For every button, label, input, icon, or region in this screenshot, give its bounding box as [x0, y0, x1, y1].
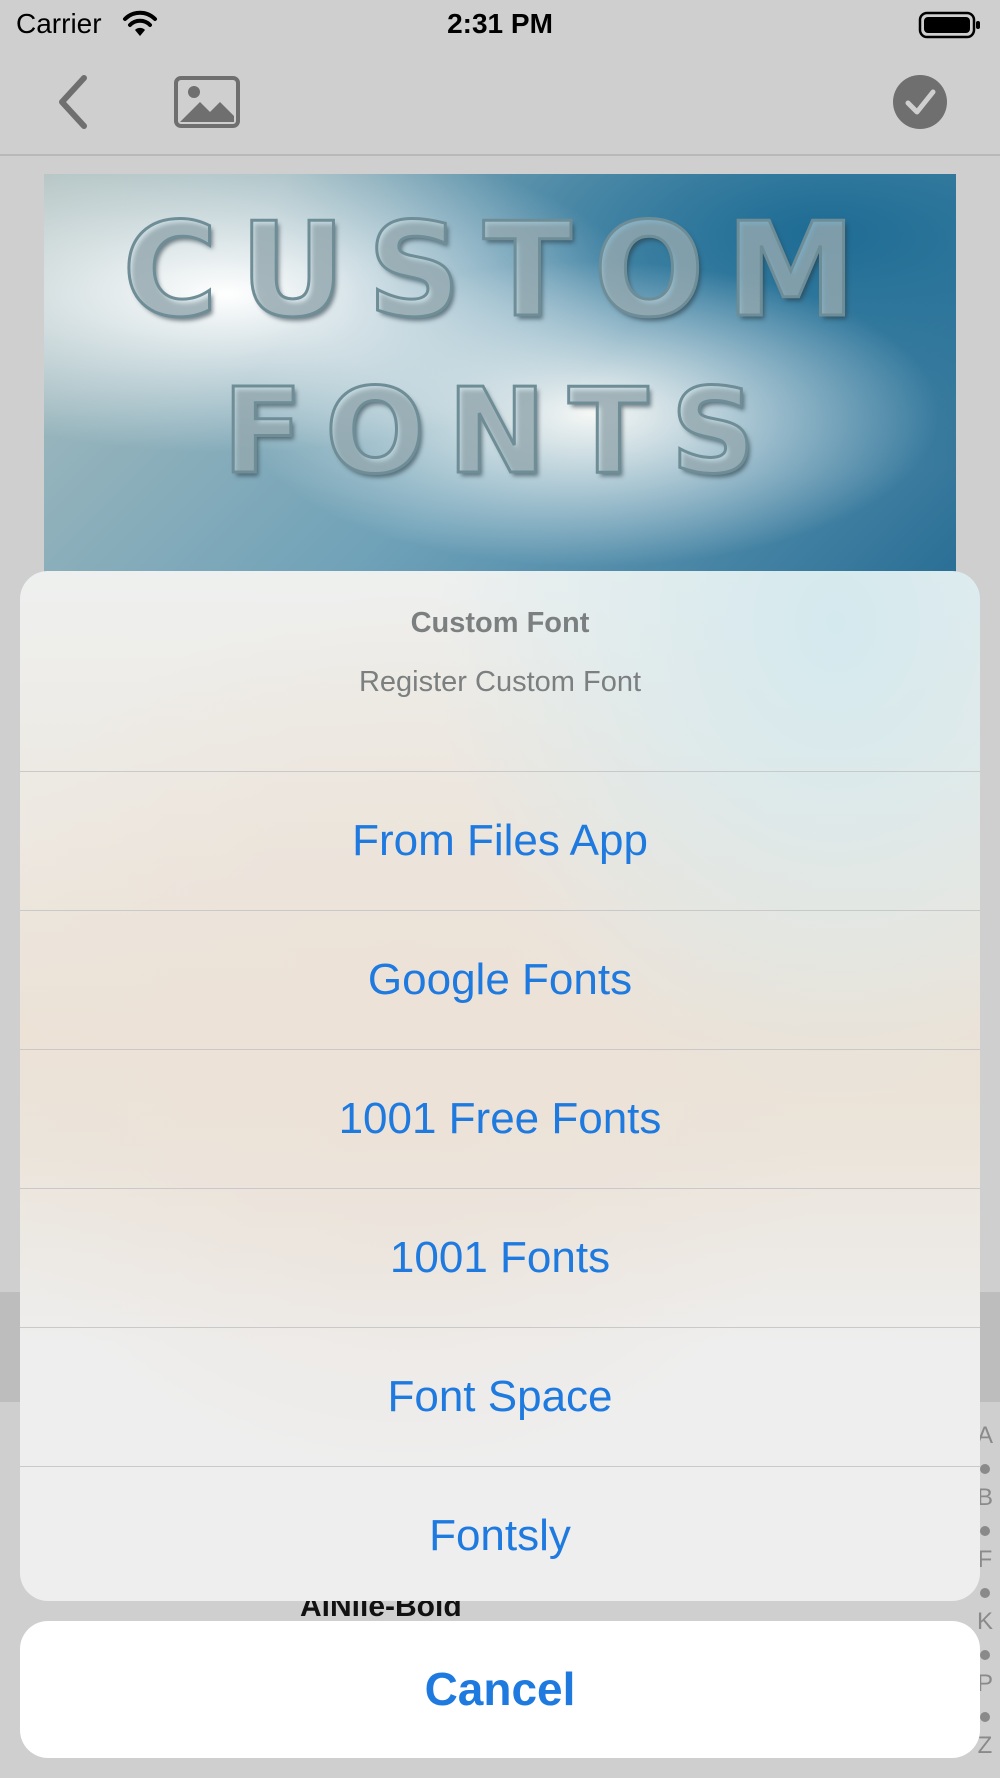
action-sheet-header: Custom Font Register Custom Font	[20, 571, 980, 772]
font-space-button[interactable]: Font Space	[20, 1328, 980, 1467]
navigation-bar	[0, 50, 1000, 156]
checkmark-circle-icon	[893, 75, 947, 129]
font-preview-image: CUSTOM FONTS	[44, 174, 956, 574]
1001-fonts-button[interactable]: 1001 Fonts	[20, 1189, 980, 1328]
preview-line-1: CUSTOM	[121, 193, 878, 348]
google-fonts-button[interactable]: Google Fonts	[20, 911, 980, 1050]
done-button[interactable]	[892, 74, 948, 130]
cancel-button[interactable]: Cancel	[20, 1621, 980, 1758]
photo-button[interactable]	[174, 76, 240, 128]
action-sheet: Custom Font Register Custom Font From Fi…	[20, 571, 980, 1601]
back-button[interactable]	[50, 72, 100, 132]
chevron-left-icon	[59, 75, 87, 129]
clock: 2:31 PM	[447, 8, 553, 39]
status-bar: Carrier 2:31 PM	[0, 0, 1000, 50]
from-files-app-button[interactable]: From Files App	[20, 772, 980, 911]
preview-line-2: FONTS	[221, 361, 778, 502]
1001-free-fonts-button[interactable]: 1001 Free Fonts	[20, 1050, 980, 1189]
photo-icon	[174, 76, 240, 128]
action-sheet-title: Custom Font	[410, 607, 590, 639]
fontsly-button[interactable]: Fontsly	[20, 1467, 980, 1601]
battery-icon	[918, 10, 982, 45]
action-sheet-message: Register Custom Font	[358, 666, 642, 698]
